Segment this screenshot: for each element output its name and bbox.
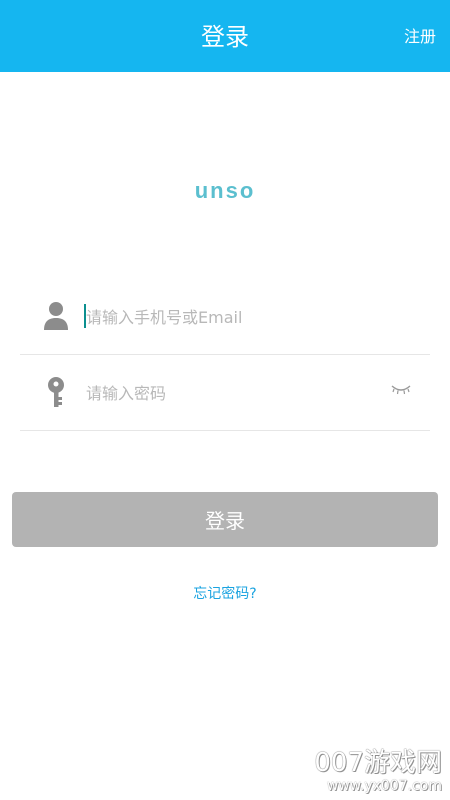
phone-email-field	[20, 278, 430, 355]
password-field	[20, 354, 430, 431]
forgot-password-link[interactable]: 忘记密码?	[0, 583, 450, 603]
login-button[interactable]: 登录	[12, 492, 438, 547]
password-input[interactable]	[84, 376, 388, 410]
key-icon	[48, 377, 64, 407]
phone-email-input[interactable]	[84, 300, 388, 334]
watermark-url: www.yx007.com	[326, 778, 442, 794]
watermark-title: 007游戏网	[314, 748, 442, 778]
app-logo: unso	[194, 178, 256, 203]
register-link[interactable]: 注册	[404, 26, 436, 48]
site-watermark: 007游戏网 www.yx007.com	[314, 748, 442, 794]
page-title: 登录	[201, 23, 249, 51]
eye-closed-icon[interactable]	[390, 382, 412, 396]
user-icon	[44, 302, 68, 330]
top-bar: 登录 注册	[0, 0, 450, 72]
